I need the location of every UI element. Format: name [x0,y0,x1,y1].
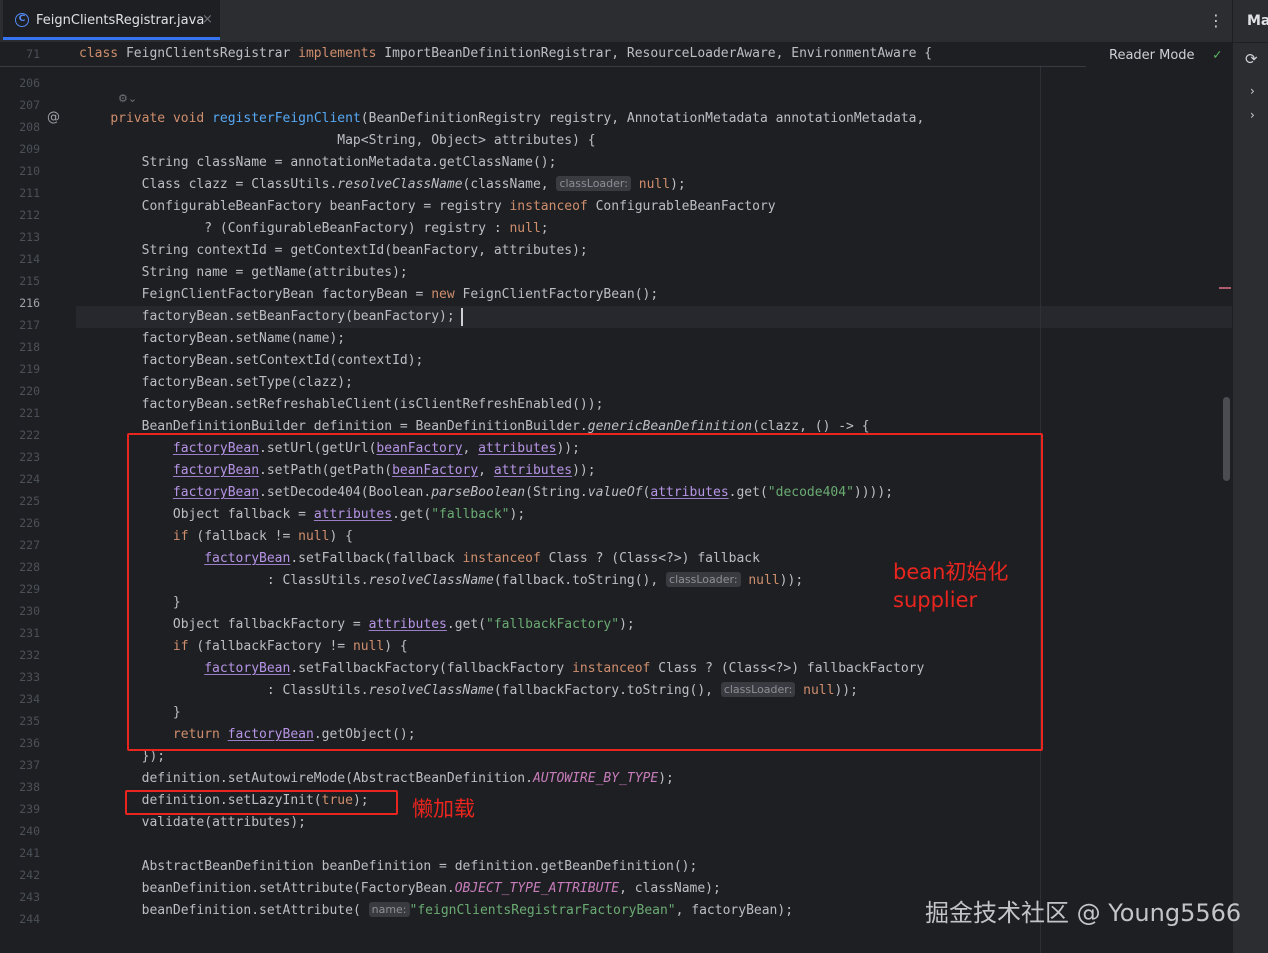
code-line-210[interactable]: Class clazz = ClassUtils.resolveClassNam… [79,174,686,196]
code-line-209[interactable]: String className = annotationMetadata.ge… [79,152,557,174]
code-line-237[interactable]: definition.setAutowireMode(AbstractBeanD… [79,768,674,790]
chevron-right-icon[interactable]: › [1250,108,1255,122]
code-line-212[interactable]: ? (ConfigurableBeanFactory) registry : n… [79,218,548,240]
reader-mode-button[interactable]: Reader Mode [1109,48,1195,63]
line-number: 221 [19,406,40,420]
tab-title: FeignClientsRegistrar.java [36,13,205,28]
line-number: 241 [19,846,40,860]
line-number: 208 [19,120,40,134]
lazy-init-highlight-box [125,790,398,815]
maven-tool-window-label[interactable]: Ma [1247,13,1268,29]
line-number: 236 [19,736,40,750]
line-number: 223 [19,450,40,464]
code-line-243[interactable]: beanDefinition.setAttribute( name: "feign… [79,900,793,922]
line-number: 233 [19,670,40,684]
vertical-scrollbar-thumb[interactable] [1223,397,1230,481]
more-options-icon[interactable]: ⋮ [1208,11,1224,30]
code-line-207[interactable]: private void registerFeignClient(BeanDef… [79,108,924,130]
parameter-hint: classLoader: [556,176,631,191]
line-number: 210 [19,164,40,178]
line-number: 216 [19,296,40,310]
code-line-242[interactable]: beanDefinition.setAttribute(FactoryBean.… [79,878,721,900]
editor-tab-bar: C FeignClientsRegistrar.java × ⋮ [0,0,1232,43]
line-number: 229 [19,582,40,596]
line-number: 222 [19,428,40,442]
right-tool-strip: Ma ⟳ › › [1232,0,1268,953]
line-number: 226 [19,516,40,530]
sticky-code: class FeignClientsRegistrar implements I… [79,46,933,61]
code-line-220[interactable]: factoryBean.setRefreshableClient(isClien… [79,394,604,416]
line-number: 234 [19,692,40,706]
line-number: 209 [19,142,40,156]
code-line-216[interactable]: factoryBean.setBeanFactory(beanFactory); [79,306,455,328]
text-caret [461,308,463,326]
line-number: 214 [19,252,40,266]
line-number: 244 [19,912,40,926]
scrollbar-marker [1219,287,1231,289]
line-number: 207 [19,98,40,112]
line-number: 240 [19,824,40,838]
annotation-at-icon[interactable]: @ [47,110,60,125]
check-icon: ✓ [1213,47,1222,63]
code-line-208[interactable]: Map<String, Object> attributes) { [79,130,595,152]
line-number-gutter[interactable]: 206 207 208 209 210 211 212 213 214 215 216 217 218 2… [0,42,76,953]
line-number: 218 [19,340,40,354]
close-icon[interactable]: × [202,12,213,27]
tab-feign-clients-registrar[interactable]: C FeignClientsRegistrar.java × [3,0,220,40]
code-vision-icon[interactable]: ⚙⌄ [118,92,137,105]
line-number: 230 [19,604,40,618]
line-number: 220 [19,384,40,398]
line-number: 224 [19,472,40,486]
sync-icon[interactable]: ⟳ [1245,50,1258,68]
sticky-line-number: 71 [26,47,40,61]
code-line-217[interactable]: factoryBean.setName(name); [79,328,346,350]
line-number: 225 [19,494,40,508]
line-number: 212 [19,208,40,222]
code-line-241[interactable]: AbstractBeanDefinition beanDefinition = … [79,856,698,878]
line-number: 232 [19,648,40,662]
code-line-211[interactable]: ConfigurableBeanFactory beanFactory = re… [79,196,776,218]
line-number: 228 [19,560,40,574]
lazy-load-annotation: 懒加载 [412,797,475,821]
code-line-215[interactable]: FeignClientFactoryBean factoryBean = new… [79,284,659,306]
line-number: 237 [19,758,40,772]
code-line-214[interactable]: String name = getName(attributes); [79,262,408,284]
line-number: 215 [19,274,40,288]
line-number: 219 [19,362,40,376]
line-number: 242 [19,868,40,882]
line-number: 217 [19,318,40,332]
class-icon: C [15,13,29,27]
line-number: 239 [19,802,40,816]
supplier-annotation: bean初始化 supplier [893,560,1009,612]
line-number: 213 [19,230,40,244]
code-line-218[interactable]: factoryBean.setContextId(contextId); [79,350,424,372]
line-number: 243 [19,890,40,904]
line-number: 231 [19,626,40,640]
line-number: 238 [19,780,40,794]
line-number: 227 [19,538,40,552]
line-number: 211 [19,186,40,200]
code-line-239[interactable]: validate(attributes); [79,812,306,834]
parameter-hint: name: [368,902,410,917]
chevron-right-icon[interactable]: › [1250,84,1255,98]
sticky-class-header[interactable]: 71 class FeignClientsRegistrar implement… [0,43,1086,67]
code-line-213[interactable]: String contextId = getContextId(beanFact… [79,240,588,262]
line-number: 235 [19,714,40,728]
code-line-219[interactable]: factoryBean.setType(clazz); [79,372,353,394]
watermark: 掘金技术社区 @ Young5566 [925,899,1242,927]
line-number: 206 [19,76,40,90]
divider [1233,42,1268,43]
